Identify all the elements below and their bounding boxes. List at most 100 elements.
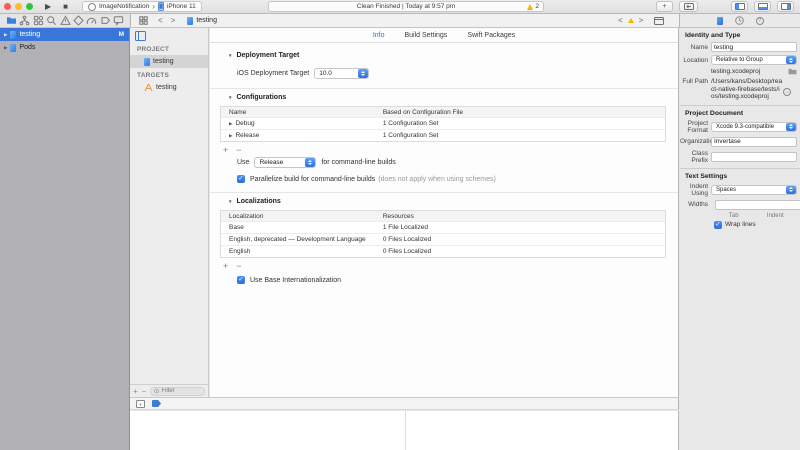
file-inspector: Identity and Type Name Location Relative… xyxy=(680,28,800,450)
add-configuration-button[interactable]: + xyxy=(223,145,236,155)
name-field[interactable] xyxy=(711,42,797,52)
ios-deployment-target-dropdown[interactable]: 10.0 xyxy=(314,68,369,79)
hide-debug-area-icon[interactable]: ▼ xyxy=(136,400,145,408)
report-navigator-icon[interactable] xyxy=(113,15,124,26)
command-line-config-dropdown[interactable]: Release xyxy=(254,157,316,168)
table-row[interactable]: Base 1 File Localized xyxy=(221,221,665,233)
editor-layout-icon[interactable] xyxy=(654,17,664,25)
quick-help-inspector-tab-icon[interactable]: ? xyxy=(756,17,764,25)
history-inspector-tab-icon[interactable] xyxy=(735,16,744,25)
remove-button[interactable]: − xyxy=(142,387,147,396)
tab-swift-packages[interactable]: Swift Packages xyxy=(467,32,515,39)
indent-caption: Indent xyxy=(754,213,797,219)
disclosure-triangle[interactable]: ▶ xyxy=(229,133,232,139)
class-prefix-field[interactable] xyxy=(711,152,797,162)
close-window-button[interactable] xyxy=(4,3,11,10)
filter-input[interactable] xyxy=(161,388,201,394)
section-disclosure[interactable]: ▼ xyxy=(228,95,232,100)
forward-button[interactable]: > xyxy=(171,16,176,25)
folder-icon[interactable] xyxy=(788,68,797,75)
scheme-selector[interactable]: ImageNotification › iPhone 11 xyxy=(82,1,202,12)
project-format-dropdown[interactable]: Xcode 9.3-compatible xyxy=(711,122,797,132)
minimize-window-button[interactable] xyxy=(15,3,22,10)
editor-options-button[interactable] xyxy=(679,1,698,12)
configurations-table: Name Based on Configuration File ▶Debug … xyxy=(220,106,666,142)
navigator-item-label: Pods xyxy=(19,44,35,51)
source-control-navigator-icon[interactable] xyxy=(19,15,30,26)
remove-configuration-button[interactable]: − xyxy=(236,145,249,155)
wrap-lines-checkbox[interactable]: ✓ xyxy=(714,221,722,229)
tab-width-field[interactable] xyxy=(715,200,800,210)
navigator-item-pods[interactable]: ▶ Pods xyxy=(0,41,129,54)
editor-tab-title[interactable]: testing xyxy=(196,17,217,24)
table-row[interactable]: English, deprecated — Development Langua… xyxy=(221,233,665,245)
table-row[interactable]: ▶Debug 1 Configuration Set xyxy=(221,117,665,129)
section-disclosure[interactable]: ▼ xyxy=(228,199,232,204)
section-disclosure[interactable]: ▼ xyxy=(228,53,232,58)
dropdown-value: Spaces xyxy=(712,187,786,193)
navigator-item-testing[interactable]: ▶ testing M xyxy=(0,28,129,41)
debug-area xyxy=(130,411,679,450)
disclosure-triangle[interactable]: ▶ xyxy=(229,121,232,127)
column-name: Name xyxy=(221,109,381,116)
hide-sidebar-icon[interactable] xyxy=(135,31,146,41)
disclosure-triangle[interactable]: ▶ xyxy=(4,32,7,38)
filter-field[interactable] xyxy=(150,387,205,396)
table-row[interactable]: ▶Release 1 Configuration Set xyxy=(221,129,665,141)
indent-using-dropdown[interactable]: Spaces xyxy=(711,185,797,195)
toggle-debug-area-button[interactable] xyxy=(754,1,771,12)
related-items-icon[interactable] xyxy=(139,16,148,25)
toggle-navigator-button[interactable] xyxy=(731,1,748,12)
dropdown-value: Relative to Group xyxy=(712,57,786,63)
tab-build-settings[interactable]: Build Settings xyxy=(405,32,448,39)
document-section-title: Project Document xyxy=(680,106,800,120)
navigator-item-label: testing xyxy=(19,31,40,38)
navigator-tab-strip xyxy=(0,14,130,28)
disclosure-triangle[interactable]: ▶ xyxy=(4,45,7,51)
next-issue-button[interactable]: > xyxy=(639,16,644,25)
run-button[interactable]: ▶ xyxy=(45,0,51,14)
debug-navigator-icon[interactable] xyxy=(86,15,97,26)
library-button[interactable]: + xyxy=(656,1,673,12)
project-item[interactable]: testing xyxy=(130,55,208,68)
file-inspector-tab-icon[interactable] xyxy=(717,17,723,25)
table-row[interactable]: English 0 Files Localized xyxy=(221,245,665,257)
symbol-navigator-icon[interactable] xyxy=(33,15,44,26)
organization-field[interactable] xyxy=(711,137,797,147)
localization-name: Base xyxy=(221,224,381,231)
remove-localization-button[interactable]: − xyxy=(236,261,249,271)
targets-section-header: TARGETS xyxy=(130,68,208,81)
test-navigator-icon[interactable] xyxy=(73,15,84,26)
stop-button[interactable]: ■ xyxy=(63,0,68,14)
base-internationalization-label: Use Base Internationalization xyxy=(250,277,341,284)
find-navigator-icon[interactable] xyxy=(46,15,57,26)
class-prefix-label: Class Prefix xyxy=(680,150,711,164)
warning-icon xyxy=(527,4,533,10)
config-based-on: 1 Configuration Set xyxy=(381,132,665,139)
zoom-window-button[interactable] xyxy=(26,3,33,10)
project-navigator-icon[interactable] xyxy=(6,15,17,26)
add-localization-button[interactable]: + xyxy=(223,261,236,271)
project-item-label: testing xyxy=(153,58,174,65)
previous-issue-button[interactable]: < xyxy=(618,16,623,25)
indent-using-label: Indent Using xyxy=(680,183,711,197)
warning-count[interactable]: 2 xyxy=(535,3,539,10)
tab-info[interactable]: Info xyxy=(373,32,385,39)
open-path-arrow-icon[interactable]: → xyxy=(783,88,791,96)
breakpoint-navigator-icon[interactable] xyxy=(100,15,111,26)
breakpoints-toggle-icon[interactable] xyxy=(152,400,161,407)
dropdown-arrows-icon xyxy=(358,69,368,78)
target-item[interactable]: testing xyxy=(130,81,208,94)
scheme-device: iPhone 11 xyxy=(167,3,196,10)
debug-split-divider[interactable] xyxy=(405,411,406,450)
issue-navigator-icon[interactable] xyxy=(60,15,71,26)
toggle-inspector-button[interactable] xyxy=(777,1,794,12)
plus-icon: + xyxy=(662,3,666,10)
parallelize-note: (does not apply when using schemes) xyxy=(378,176,496,183)
tab-caption: Tab xyxy=(714,213,754,219)
location-dropdown[interactable]: Relative to Group xyxy=(711,55,797,65)
base-internationalization-checkbox[interactable]: ✓ xyxy=(237,276,245,284)
back-button[interactable]: < xyxy=(158,16,163,25)
add-button[interactable]: + xyxy=(133,387,138,396)
parallelize-checkbox[interactable]: ✓ xyxy=(237,175,245,183)
